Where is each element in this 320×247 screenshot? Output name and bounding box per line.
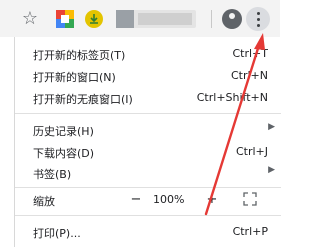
chrome-main-menu: 打开新的标签页(T) Ctrl+T 打开新的窗口(N) Ctrl+N 打开新的无… [14,37,281,247]
menu-item-history[interactable]: 历史记录(H) ▶ [15,119,281,141]
submenu-arrow-icon: ▶ [268,122,275,132]
menu-item-shortcut: Ctrl+T [232,47,268,60]
blurred-icon [116,10,134,28]
menu-item-new-incognito[interactable]: 打开新的无痕窗口(I) Ctrl+Shift+N [15,87,281,109]
browser-toolbar: ☆ [0,0,280,37]
profile-avatar-icon[interactable] [222,9,242,29]
menu-item-print[interactable]: 打印(P)... Ctrl+P [15,221,281,243]
submenu-arrow-icon: ▶ [268,165,275,175]
blurred-text [138,13,192,25]
zoom-level: 100% [153,193,185,206]
menu-separator [15,215,281,216]
fullscreen-icon[interactable] [243,192,257,206]
menu-item-label: 书签(B) [33,168,72,181]
zoom-out-button[interactable]: − [125,190,147,210]
menu-item-downloads[interactable]: 下载内容(D) Ctrl+J [15,141,281,163]
menu-item-shortcut: Ctrl+P [232,225,268,238]
menu-item-label: 打开新的窗口(N) [33,71,116,84]
zoom-row: 缩放 − 100% + [15,188,281,212]
zoom-in-button[interactable]: + [201,190,223,210]
menu-item-shortcut: Ctrl+Shift+N [196,91,268,104]
menu-item-label: 打开新的标签页(T) [33,49,126,62]
download-extension-icon[interactable] [85,10,103,28]
kebab-menu-icon[interactable] [246,7,270,31]
menu-item-label: 历史记录(H) [33,125,94,138]
menu-item-shortcut: Ctrl+J [235,145,268,158]
menu-item-label: 打开新的无痕窗口(I) [33,93,133,106]
blurred-extension-area [116,10,196,28]
colorful-extension-icon[interactable] [56,10,74,28]
menu-item-label: 下载内容(D) [33,147,95,160]
menu-separator [15,113,281,114]
menu-item-new-window[interactable]: 打开新的窗口(N) Ctrl+N [15,65,281,87]
menu-item-shortcut: Ctrl+N [230,69,268,82]
star-icon[interactable]: ☆ [20,9,40,29]
zoom-label: 缩放 [33,195,55,208]
menu-item-new-tab[interactable]: 打开新的标签页(T) Ctrl+T [15,43,281,65]
menu-item-bookmarks[interactable]: 书签(B) ▶ [15,162,281,184]
toolbar-divider [211,10,212,28]
menu-item-label: 打印(P)... [33,227,81,240]
